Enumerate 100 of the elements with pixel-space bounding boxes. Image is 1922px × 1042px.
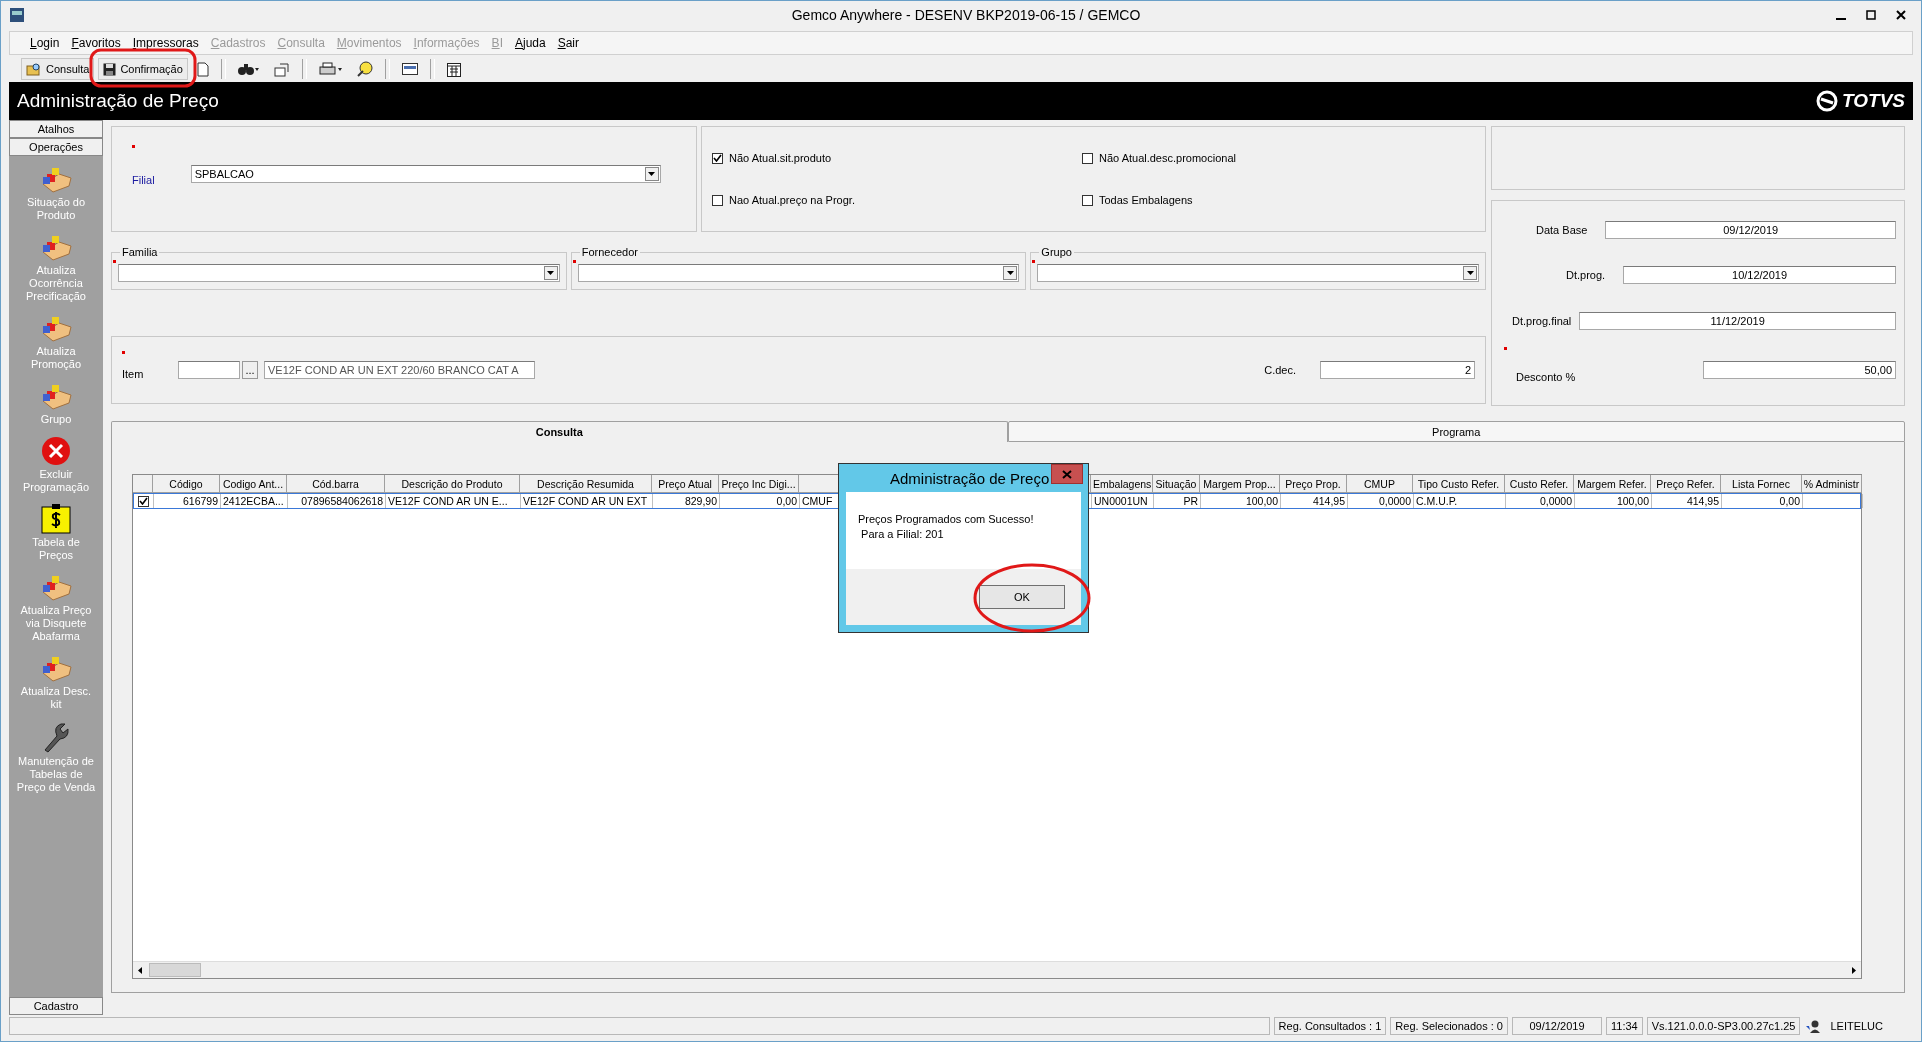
date-field[interactable]: 09/12/2019 bbox=[1605, 220, 1896, 239]
toolbar-button[interactable]: Confirmação bbox=[98, 58, 188, 80]
printer-icon bbox=[318, 62, 343, 76]
checkbox[interactable] bbox=[712, 152, 723, 164]
field-label: Dt.prog. bbox=[1566, 269, 1606, 282]
status-text: 09/12/2019 bbox=[1512, 1017, 1602, 1035]
column-header[interactable]: % Administr bbox=[1802, 475, 1862, 493]
error-icon bbox=[41, 436, 71, 466]
ok-button[interactable]: OK bbox=[979, 585, 1065, 609]
calendar-icon bbox=[446, 61, 461, 77]
column-header[interactable]: Descrição do Produto bbox=[385, 475, 520, 493]
logo-text: TOTVS bbox=[1842, 90, 1905, 112]
sidebar-tab[interactable]: Cadastro bbox=[9, 997, 103, 1015]
status-text: 11:34 bbox=[1606, 1017, 1643, 1035]
checkbox[interactable] bbox=[712, 194, 723, 206]
column-header[interactable]: CMUP bbox=[1347, 475, 1413, 493]
checkbox-option[interactable]: Nao Atual.preço na Progr. bbox=[712, 179, 1082, 221]
filial-dropdown[interactable]: SPBALCAO bbox=[190, 165, 661, 183]
table-cell: 07896584062618 bbox=[288, 494, 386, 508]
column-header[interactable]: Margem Prop... bbox=[1200, 475, 1280, 493]
column-header[interactable]: Código bbox=[153, 475, 220, 493]
column-header[interactable]: Preço Prop. bbox=[1280, 475, 1347, 493]
group-label: Fornecedor bbox=[580, 246, 639, 258]
toolbar-button[interactable]: Consulta bbox=[21, 58, 95, 80]
dropdown-field[interactable] bbox=[1037, 264, 1479, 282]
dialog-message: Preços Programados com Sucesso! Para a Filial: 201 bbox=[857, 512, 1035, 542]
menu-item[interactable]: Favoritos bbox=[65, 36, 127, 50]
field-label: Filial bbox=[132, 174, 155, 186]
dropdown-arrow-icon bbox=[648, 172, 656, 176]
item-input[interactable] bbox=[178, 361, 240, 379]
checkbox-option[interactable]: Não Atual.sit.produto bbox=[712, 137, 1082, 179]
column-header[interactable]: Cód.barra bbox=[287, 475, 385, 493]
column-header[interactable]: Situação bbox=[1153, 475, 1200, 493]
app-icon bbox=[9, 7, 25, 23]
dropdown-arrow-icon bbox=[1466, 271, 1474, 275]
column-header[interactable]: Preço Inc Digi... bbox=[719, 475, 799, 493]
dropdown-arrow-icon bbox=[1006, 271, 1014, 275]
table-cell: 100,00 bbox=[1201, 494, 1281, 508]
checkbox-option[interactable]: Não Atual.desc.promocional bbox=[1082, 137, 1475, 179]
table-cell: 2412ECBA... bbox=[221, 494, 288, 508]
column-header[interactable]: Margem Refer. bbox=[1574, 475, 1651, 493]
table-cell: 0,0000 bbox=[1348, 494, 1414, 508]
binoculars-icon bbox=[237, 62, 260, 76]
field-label: Desconto % bbox=[1516, 371, 1576, 384]
date-field[interactable]: 11/12/2019 bbox=[1579, 311, 1896, 330]
sidebar-tab[interactable]: Operações bbox=[9, 138, 103, 156]
dropdown-arrow-icon bbox=[547, 271, 555, 275]
new-document-icon bbox=[196, 61, 209, 77]
logo-icon bbox=[1816, 90, 1838, 112]
status-text: Reg. Consultados : 1 bbox=[1273, 1017, 1387, 1035]
checkbox[interactable] bbox=[1082, 194, 1093, 206]
item-description-field: VE12F COND AR UN EXT 220/60 BRANCO CAT A bbox=[264, 361, 535, 379]
close-icon bbox=[1062, 469, 1072, 479]
table-cell: 0,00 bbox=[720, 494, 800, 508]
folder-search-icon bbox=[26, 62, 42, 76]
group-label: Familia bbox=[121, 246, 159, 258]
user-icon bbox=[1804, 1018, 1821, 1034]
scrollbar-thumb[interactable] bbox=[149, 963, 201, 977]
menu-item[interactable]: Sair bbox=[551, 36, 586, 50]
menu-item[interactable]: Login bbox=[24, 36, 66, 50]
checkbox[interactable] bbox=[1082, 152, 1093, 164]
column-header bbox=[133, 475, 153, 493]
maximize-icon bbox=[1866, 10, 1876, 20]
date-field[interactable]: 10/12/2019 bbox=[1623, 266, 1896, 285]
dropdown-field[interactable] bbox=[118, 264, 560, 282]
column-header[interactable]: Descrição Resumida bbox=[520, 475, 652, 493]
date-field[interactable]: 50,00 bbox=[1703, 361, 1896, 380]
column-header[interactable]: Codigo Ant... bbox=[220, 475, 287, 493]
close-icon bbox=[1896, 10, 1906, 20]
table-cell: UN0001UN bbox=[1092, 494, 1154, 508]
table-cell: 0,00 bbox=[1722, 494, 1803, 508]
lookup-button[interactable]: ... bbox=[242, 361, 258, 379]
checkbox-option[interactable]: Todas Embalagens bbox=[1082, 179, 1475, 221]
sidebar-tab[interactable]: Atalhos bbox=[9, 120, 103, 138]
save-icon bbox=[103, 62, 117, 76]
column-header[interactable]: Custo Refer. bbox=[1505, 475, 1574, 493]
dropdown-field[interactable] bbox=[577, 264, 1020, 282]
menu-item[interactable]: Impressoras bbox=[126, 36, 205, 50]
column-header[interactable]: Preço Atual bbox=[652, 475, 719, 493]
column-header[interactable]: Lista Fornec bbox=[1721, 475, 1802, 493]
tab[interactable]: Programa bbox=[1007, 421, 1905, 442]
card-icon bbox=[401, 63, 418, 75]
column-header[interactable]: Tipo Custo Refer. bbox=[1413, 475, 1505, 493]
table-cell: VE12F COND AR UN E... bbox=[386, 494, 521, 508]
minimize-icon bbox=[1836, 18, 1846, 20]
column-header[interactable]: Preço Refer. bbox=[1651, 475, 1721, 493]
check-icon bbox=[713, 154, 722, 162]
dialog-title: Administração de Preço bbox=[890, 469, 1050, 487]
window-title: Gemco Anywhere - DESENV BKP2019-06-15 / GEMCO bbox=[790, 7, 1142, 23]
table-cell: 0,0000 bbox=[1506, 494, 1575, 508]
table-cell: 829,90 bbox=[653, 494, 720, 508]
cdec-field[interactable]: 2 bbox=[1320, 361, 1475, 379]
menu-item[interactable]: Ajuda bbox=[508, 36, 552, 50]
row-checkbox[interactable] bbox=[138, 495, 149, 507]
help-icon bbox=[356, 61, 373, 77]
table-cell: C.M.U.P. bbox=[1414, 494, 1506, 508]
tab[interactable]: Consulta bbox=[111, 421, 1008, 442]
export-icon bbox=[273, 61, 290, 77]
field-label: Item bbox=[122, 368, 145, 380]
column-header[interactable]: Embalagens bbox=[1091, 475, 1153, 493]
